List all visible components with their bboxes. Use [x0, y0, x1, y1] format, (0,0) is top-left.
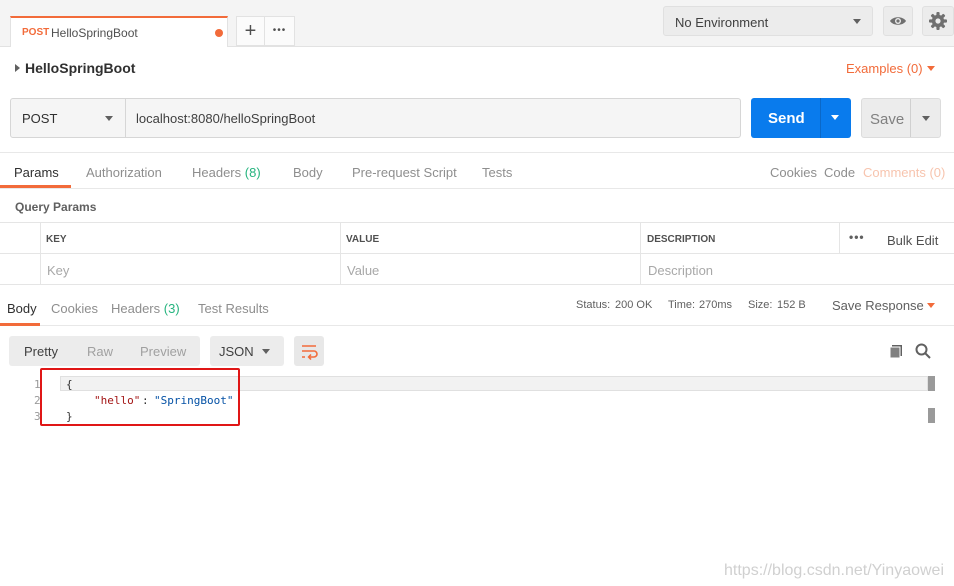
chevron-down-icon	[105, 116, 113, 121]
column-value: VALUE	[346, 234, 380, 245]
column-divider	[340, 223, 341, 285]
collapse-arrow-icon[interactable]	[15, 64, 20, 72]
column-description: DESCRIPTION	[647, 234, 716, 245]
scrollbar-thumb[interactable]	[928, 376, 935, 391]
examples-chevron-icon	[927, 66, 935, 71]
send-label: Send	[768, 110, 805, 127]
tab-tests[interactable]: Tests	[482, 165, 512, 180]
watermark: https://blog.csdn.net/Yinyaowei	[724, 562, 944, 579]
request-tab[interactable]: POST HelloSpringBoot	[10, 16, 228, 47]
response-tabs: Body Cookies Headers (3) Test Results St…	[0, 290, 954, 326]
query-params-table: KEY VALUE DESCRIPTION ••• Bulk Edit Key …	[0, 222, 954, 285]
format-pretty[interactable]: Pretty	[24, 344, 58, 359]
send-button[interactable]: Send	[751, 98, 851, 138]
save-response-chevron-icon[interactable]	[927, 303, 935, 308]
save-divider	[910, 99, 911, 137]
url-input[interactable]: localhost:8080/helloSpringBoot	[125, 98, 741, 138]
bulk-edit-link[interactable]: Bulk Edit	[887, 233, 938, 248]
save-button[interactable]: Save	[861, 98, 941, 138]
column-divider	[640, 223, 641, 285]
tab-authorization[interactable]: Authorization	[86, 165, 162, 180]
tab-body[interactable]: Body	[293, 165, 323, 180]
line-number-gutter: 1 2 3	[0, 376, 41, 576]
search-icon[interactable]	[914, 342, 932, 360]
scrollbar-marker	[928, 408, 935, 423]
response-format-group: Pretty Raw Preview	[9, 336, 200, 366]
send-options-chevron-icon[interactable]	[831, 115, 839, 120]
table-header-row	[0, 223, 954, 254]
eye-icon	[890, 17, 906, 25]
active-response-tab-indicator	[0, 323, 40, 326]
send-divider	[820, 98, 821, 138]
size-value: 152 B	[777, 299, 806, 311]
column-divider	[839, 223, 840, 254]
tab-method: POST	[22, 27, 50, 38]
value-input[interactable]: Value	[347, 263, 379, 278]
gear-icon	[929, 12, 947, 30]
comments-link[interactable]: Comments (0)	[863, 165, 945, 180]
manage-environments-button[interactable]	[922, 6, 954, 36]
response-headers-count: (3)	[163, 301, 180, 316]
save-label: Save	[870, 111, 905, 128]
response-tab-cookies[interactable]: Cookies	[51, 301, 98, 316]
url-value: localhost:8080/helloSpringBoot	[136, 111, 316, 126]
save-response-button[interactable]: Save Response	[832, 298, 924, 313]
active-tab-indicator	[0, 185, 71, 188]
status-value: 200 OK	[615, 299, 653, 311]
request-name: HelloSpringBoot	[25, 60, 136, 76]
unsaved-dot-icon	[215, 29, 223, 37]
format-raw[interactable]: Raw	[87, 344, 113, 359]
column-divider	[40, 223, 41, 285]
response-tab-headers[interactable]: Headers (3)	[111, 301, 180, 316]
request-tabs: Params Authorization Headers (8) Body Pr…	[0, 152, 954, 189]
tab-options-button[interactable]: •••	[264, 16, 295, 46]
column-key: KEY	[46, 234, 67, 245]
tab-headers[interactable]: Headers (8)	[192, 165, 261, 180]
tab-params[interactable]: Params	[14, 165, 59, 180]
key-input[interactable]: Key	[47, 263, 69, 278]
query-params-title: Query Params	[15, 200, 97, 214]
examples-dropdown[interactable]: Examples (0)	[846, 61, 923, 76]
time-label: Time:	[668, 299, 696, 311]
tab-name: HelloSpringBoot	[51, 26, 138, 40]
description-input[interactable]: Description	[648, 263, 713, 278]
size-label: Size:	[748, 299, 773, 311]
environment-label: No Environment	[675, 15, 769, 30]
response-tab-headers-label: Headers	[111, 301, 161, 316]
chevron-down-icon	[262, 349, 270, 354]
wrap-icon	[302, 345, 318, 361]
headers-count: (8)	[244, 165, 261, 180]
method-select[interactable]: POST	[10, 98, 126, 138]
copy-icon[interactable]	[888, 343, 904, 359]
status-label: Status:	[576, 299, 611, 311]
tab-headers-label: Headers	[192, 165, 242, 180]
new-tab-button[interactable]: +	[236, 16, 265, 46]
cookies-link[interactable]: Cookies	[770, 165, 817, 180]
save-options-chevron-icon[interactable]	[922, 116, 930, 121]
method-label: POST	[22, 111, 58, 126]
response-tab-test-results[interactable]: Test Results	[198, 301, 269, 316]
environment-quick-look-button[interactable]	[883, 6, 913, 36]
tab-pre-request-script[interactable]: Pre-request Script	[352, 165, 457, 180]
format-preview[interactable]: Preview	[140, 344, 186, 359]
code-link[interactable]: Code	[824, 165, 855, 180]
language-select[interactable]: JSON	[210, 336, 284, 366]
response-tab-body[interactable]: Body	[7, 301, 37, 316]
chevron-down-icon	[853, 19, 861, 24]
language-label: JSON	[219, 344, 254, 359]
params-more-button[interactable]: •••	[849, 230, 865, 244]
time-value: 270ms	[699, 299, 733, 311]
wrap-lines-button[interactable]	[294, 336, 324, 366]
annotation-highlight-box	[40, 368, 240, 426]
environment-select[interactable]: No Environment	[663, 6, 873, 36]
